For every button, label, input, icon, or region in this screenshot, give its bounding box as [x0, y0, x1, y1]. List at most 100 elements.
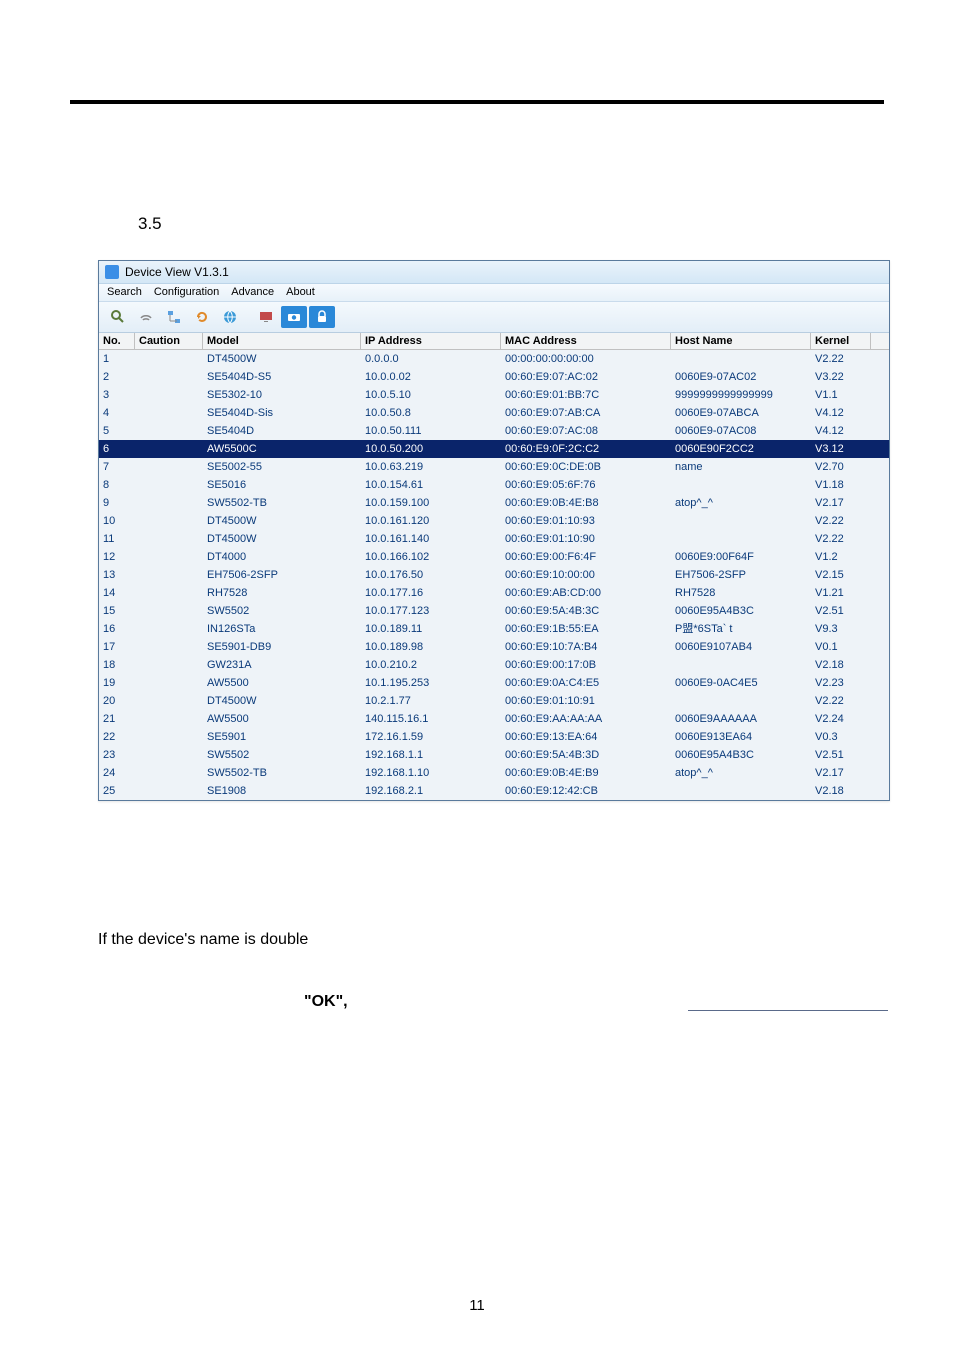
cell-mac: 00:60:E9:07:AC:08 — [501, 422, 671, 440]
table-row[interactable]: 14RH752810.0.177.1600:60:E9:AB:CD:00RH75… — [99, 584, 889, 602]
table-row[interactable]: 22SE5901172.16.1.5900:60:E9:13:EA:640060… — [99, 728, 889, 746]
cell-ker: V2.18 — [811, 782, 871, 800]
cell-mac: 00:60:E9:07:AB:CA — [501, 404, 671, 422]
table-row[interactable]: 16IN126STa10.0.189.1100:60:E9:1B:55:EAP盟… — [99, 620, 889, 638]
lock-icon[interactable] — [309, 306, 335, 328]
col-caution[interactable]: Caution — [135, 333, 203, 349]
cell-ip: 192.168.2.1 — [361, 782, 501, 800]
cell-no: 16 — [99, 620, 135, 638]
cell-mac: 00:60:E9:12:42:CB — [501, 782, 671, 800]
col-model[interactable]: Model — [203, 333, 361, 349]
table-row[interactable]: 10DT4500W10.0.161.12000:60:E9:01:10:93V2… — [99, 512, 889, 530]
cell-mod: SE5016 — [203, 476, 361, 494]
table-row[interactable]: 6AW5500C10.0.50.20000:60:E9:0F:2C:C20060… — [99, 440, 889, 458]
table-row[interactable]: 13EH7506-2SFP10.0.176.5000:60:E9:10:00:0… — [99, 566, 889, 584]
section-number: 3.5 — [138, 214, 884, 234]
cell-ip: 10.0.159.100 — [361, 494, 501, 512]
table-row[interactable]: 8SE501610.0.154.6100:60:E9:05:6F:76V1.18 — [99, 476, 889, 494]
cell-cau — [135, 602, 203, 620]
cell-mac: 00:60:E9:0B:4E:B8 — [501, 494, 671, 512]
cell-host — [671, 782, 811, 800]
cell-ker: V0.3 — [811, 728, 871, 746]
cell-no: 24 — [99, 764, 135, 782]
cell-cau — [135, 638, 203, 656]
cell-mac: 00:60:E9:00:F6:4F — [501, 548, 671, 566]
table-row[interactable]: 17SE5901-DB910.0.189.9800:60:E9:10:7A:B4… — [99, 638, 889, 656]
cell-mac: 00:60:E9:0C:DE:0B — [501, 458, 671, 476]
menu-about[interactable]: About — [286, 286, 315, 298]
monitor-icon[interactable] — [253, 306, 279, 328]
cell-host: 0060E95A4B3C — [671, 602, 811, 620]
col-kernel[interactable]: Kernel — [811, 333, 871, 349]
table-row[interactable]: 19AW550010.1.195.25300:60:E9:0A:C4:E5006… — [99, 674, 889, 692]
broadcast-icon[interactable] — [133, 306, 159, 328]
cell-ker: V2.17 — [811, 764, 871, 782]
menu-search[interactable]: Search — [107, 286, 142, 298]
cell-cau — [135, 584, 203, 602]
col-mac[interactable]: MAC Address — [501, 333, 671, 349]
menu-advance[interactable]: Advance — [231, 286, 274, 298]
cell-ker: V2.51 — [811, 746, 871, 764]
cell-ker: V3.12 — [811, 440, 871, 458]
table-row[interactable]: 5SE5404D10.0.50.11100:60:E9:07:AC:080060… — [99, 422, 889, 440]
col-ip[interactable]: IP Address — [361, 333, 501, 349]
cell-mac: 00:60:E9:10:7A:B4 — [501, 638, 671, 656]
table-row[interactable]: 7SE5002-5510.0.63.21900:60:E9:0C:DE:0Bna… — [99, 458, 889, 476]
cell-mod: RH7528 — [203, 584, 361, 602]
window-title: Device View V1.3.1 — [125, 265, 229, 279]
paragraph-1: If the device's name is double — [98, 931, 884, 949]
globe-icon[interactable] — [217, 306, 243, 328]
cell-ker: V2.51 — [811, 602, 871, 620]
cell-ker: V2.70 — [811, 458, 871, 476]
cell-ip: 10.0.63.219 — [361, 458, 501, 476]
cell-mac: 00:60:E9:01:10:91 — [501, 692, 671, 710]
table-row[interactable]: 2SE5404D-S510.0.0.0200:60:E9:07:AC:02006… — [99, 368, 889, 386]
menu-configuration[interactable]: Configuration — [154, 286, 219, 298]
table-row[interactable]: 9SW5502-TB10.0.159.10000:60:E9:0B:4E:B8a… — [99, 494, 889, 512]
table-row[interactable]: 24SW5502-TB192.168.1.1000:60:E9:0B:4E:B9… — [99, 764, 889, 782]
table-row[interactable]: 21AW5500140.115.16.100:60:E9:AA:AA:AA006… — [99, 710, 889, 728]
table-row[interactable]: 25SE1908192.168.2.100:60:E9:12:42:CBV2.1… — [99, 782, 889, 800]
table-row[interactable]: 12DT400010.0.166.10200:60:E9:00:F6:4F006… — [99, 548, 889, 566]
cell-ip: 0.0.0.0 — [361, 350, 501, 368]
app-icon — [105, 265, 119, 279]
cell-ip: 192.168.1.10 — [361, 764, 501, 782]
cell-ker: V2.17 — [811, 494, 871, 512]
cell-mod: EH7506-2SFP — [203, 566, 361, 584]
camera-icon[interactable] — [281, 306, 307, 328]
table-row[interactable]: 1DT4500W0.0.0.000:00:00:00:00:00V2.22 — [99, 350, 889, 368]
network-icon[interactable] — [161, 306, 187, 328]
cell-mod: SE5901 — [203, 728, 361, 746]
cell-host: 0060E90F2CC2 — [671, 440, 811, 458]
refresh-icon[interactable] — [189, 306, 215, 328]
col-no[interactable]: No. — [99, 333, 135, 349]
cell-ip: 10.0.166.102 — [361, 548, 501, 566]
table-row[interactable]: 15SW550210.0.177.12300:60:E9:5A:4B:3C006… — [99, 602, 889, 620]
cell-mod: SE5404D — [203, 422, 361, 440]
table-row[interactable]: 23SW5502192.168.1.100:60:E9:5A:4B:3D0060… — [99, 746, 889, 764]
cell-cau — [135, 710, 203, 728]
search-icon[interactable] — [105, 306, 131, 328]
cell-host: 0060E9-07AC02 — [671, 368, 811, 386]
table-row[interactable]: 4SE5404D-Sis10.0.50.800:60:E9:07:AB:CA00… — [99, 404, 889, 422]
cell-mod: DT4500W — [203, 692, 361, 710]
cell-cau — [135, 764, 203, 782]
cell-ker: V3.22 — [811, 368, 871, 386]
table-row[interactable]: 18GW231A10.0.210.200:60:E9:00:17:0BV2.18 — [99, 656, 889, 674]
toolbar — [99, 302, 889, 333]
cell-no: 9 — [99, 494, 135, 512]
menubar: Search Configuration Advance About — [99, 284, 889, 302]
page-number: 11 — [0, 1297, 954, 1314]
cell-ker: V4.12 — [811, 422, 871, 440]
table-row[interactable]: 20DT4500W10.2.1.7700:60:E9:01:10:91V2.22 — [99, 692, 889, 710]
col-host[interactable]: Host Name — [671, 333, 811, 349]
cell-mac: 00:60:E9:07:AC:02 — [501, 368, 671, 386]
table-row[interactable]: 3SE5302-1010.0.5.1000:60:E9:01:BB:7C9999… — [99, 386, 889, 404]
cell-no: 17 — [99, 638, 135, 656]
table-row[interactable]: 11DT4500W10.0.161.14000:60:E9:01:10:90V2… — [99, 530, 889, 548]
cell-ker: V1.2 — [811, 548, 871, 566]
cell-mod: SE5404D-S5 — [203, 368, 361, 386]
cell-host: 0060E9-07ABCA — [671, 404, 811, 422]
cell-mod: DT4500W — [203, 350, 361, 368]
cell-ip: 10.0.177.123 — [361, 602, 501, 620]
